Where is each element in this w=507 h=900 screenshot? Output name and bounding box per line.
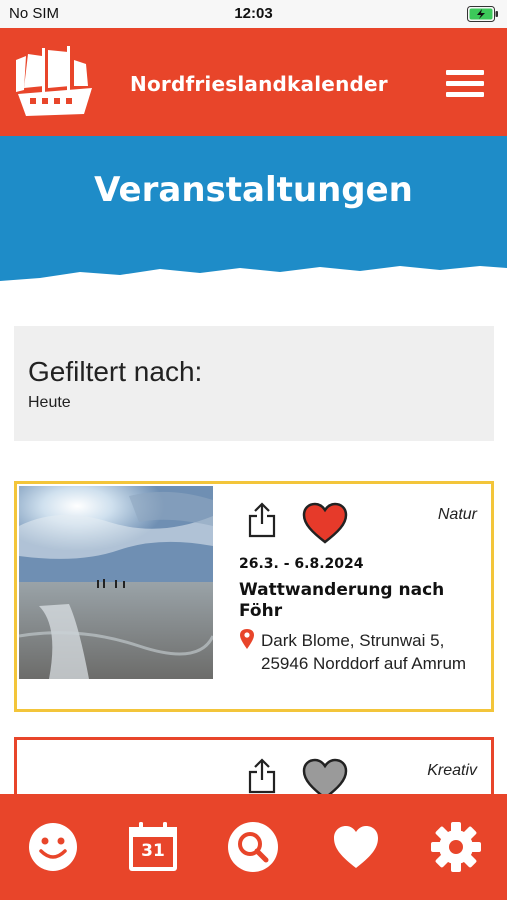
share-icon[interactable]	[247, 502, 277, 538]
event-image	[19, 486, 213, 679]
favorite-heart-icon[interactable]	[302, 758, 348, 797]
ship-logo-icon[interactable]	[14, 46, 96, 120]
event-category: Kreativ	[427, 762, 477, 779]
event-date: 26.3. - 6.8.2024	[239, 556, 364, 572]
smiley-icon[interactable]	[26, 820, 80, 874]
app-title: Nordfrieslandkalender	[130, 72, 388, 96]
gear-icon[interactable]	[429, 820, 483, 874]
clock: 12:03	[234, 5, 273, 22]
filter-panel[interactable]: Gefiltert nach: Heute	[14, 326, 494, 441]
bottom-navigation: 31	[0, 794, 507, 900]
event-title[interactable]: Wattwanderung nach Föhr	[239, 580, 489, 622]
location-pin-icon	[240, 629, 254, 649]
event-address: Dark Blome, Strunwai 5, 25946 Norddorf a…	[261, 631, 467, 673]
heart-icon[interactable]	[329, 820, 383, 874]
page-title: Veranstaltungen	[94, 170, 413, 210]
hamburger-menu-icon[interactable]	[446, 70, 484, 100]
app-header: Nordfrieslandkalender	[0, 28, 507, 136]
calendar-day-label: 31	[141, 841, 165, 861]
battery-icon	[467, 6, 498, 22]
share-icon[interactable]	[247, 758, 277, 794]
filter-label: Gefiltert nach:	[28, 356, 203, 387]
calendar-icon[interactable]: 31	[126, 820, 180, 874]
favorite-heart-icon[interactable]	[302, 502, 348, 544]
search-icon[interactable]	[226, 820, 280, 874]
event-card[interactable]: Kreativ	[14, 737, 494, 797]
status-bar: No SIM 12:03	[0, 0, 507, 28]
event-card[interactable]: Natur 26.3. - 6.8.2024 Wattwanderung nac…	[14, 481, 494, 712]
event-category: Natur	[437, 506, 477, 523]
event-image	[19, 742, 213, 797]
filter-value: Heute	[28, 394, 71, 411]
